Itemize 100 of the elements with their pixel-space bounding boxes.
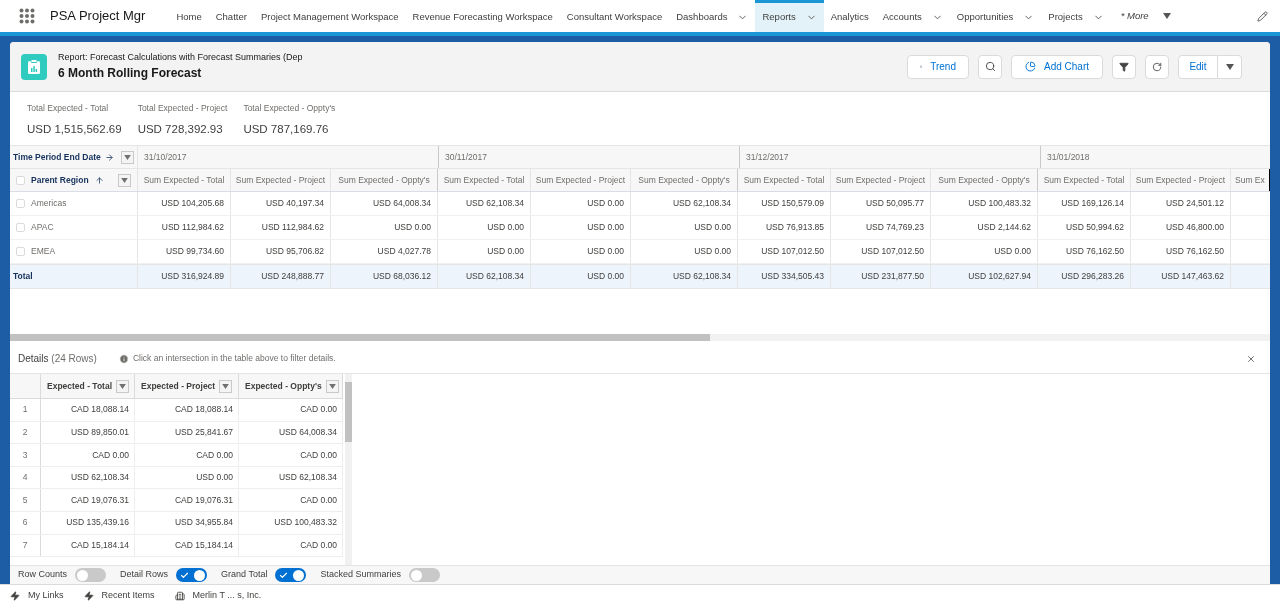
table-cell: CAD 0.00 (300, 448, 337, 462)
column-heading: Sum Expected - Oppty's (938, 173, 1030, 187)
nav-tab[interactable]: Accounts (875, 0, 950, 32)
check-icon (180, 570, 190, 580)
summary-label: Total Expected - Project (137, 102, 228, 115)
toggle-switch[interactable] (408, 568, 440, 582)
column-heading: Sum Expected - Total (743, 173, 825, 187)
total-cell: USD 334,505.43 (761, 270, 824, 283)
toggle-label: Row Counts (18, 568, 68, 582)
table-cell: CAD 15,184.14 (70, 539, 129, 552)
table-cell: USD 62,108.34 (465, 197, 524, 210)
row-checkbox[interactable] (16, 247, 25, 256)
column-group-heading: Time Period End Date (13, 150, 101, 164)
utility-item[interactable]: My Links (10, 588, 64, 603)
nav-tab[interactable]: Project Management Workspace (253, 0, 406, 32)
table-cell: CAD 19,076.31 (70, 493, 129, 507)
nav-tab[interactable]: Consultant Workspace (559, 0, 670, 32)
total-cell: USD 296,283.26 (1061, 270, 1124, 283)
utility-item[interactable]: Recent Items (83, 588, 155, 603)
row-number: 5 (22, 493, 28, 507)
toggle-switch[interactable] (75, 568, 107, 582)
table-cell: USD 25,841.67 (174, 426, 233, 439)
caret-down-icon (1162, 13, 1171, 19)
table-cell: USD 150,579.09 (761, 197, 824, 210)
caret-down-icon (1225, 63, 1234, 70)
table-cell: CAD 0.00 (300, 493, 337, 507)
nav-tab[interactable]: Opportunities (949, 0, 1042, 32)
table-cell: USD 0.00 (196, 471, 233, 484)
total-cell: USD 102,627.94 (968, 270, 1031, 283)
column-menu-button[interactable] (219, 379, 233, 393)
close-icon[interactable] (1246, 353, 1256, 364)
table-cell: USD 112,984.62 (261, 221, 324, 234)
table-cell: CAD 18,088.14 (70, 403, 129, 417)
period-heading: 31/10/2017 (144, 150, 187, 164)
lightning-icon (83, 590, 94, 601)
toggle-switch[interactable] (176, 568, 208, 582)
row-label: Americas (31, 197, 67, 210)
column-heading: Sum Expected - Project (535, 173, 626, 187)
table-cell: USD 95,706.82 (265, 245, 324, 258)
table-cell: USD 76,162.50 (1165, 245, 1224, 258)
table-cell: USD 0.00 (487, 221, 524, 234)
nav-tab[interactable]: Reports (755, 0, 824, 32)
select-all-checkbox[interactable] (16, 175, 25, 185)
arrow-up-icon (94, 175, 104, 185)
period-heading: 30/11/2017 (445, 150, 487, 164)
table-cell: USD 0.00 (994, 245, 1031, 258)
table-cell: USD 24,501.12 (1165, 197, 1224, 210)
table-cell: USD 74,769.23 (865, 221, 924, 234)
table-cell: USD 76,913.85 (765, 221, 824, 234)
nav-tab[interactable]: Analytics (823, 0, 876, 32)
table-cell: USD 112,984.62 (161, 221, 224, 234)
table-cell: USD 0.00 (587, 197, 624, 210)
search-button[interactable] (978, 54, 1002, 79)
column-heading: Expected - Oppty's (245, 379, 322, 393)
column-heading: Sum Expected - Total (143, 173, 225, 187)
building-icon (174, 590, 185, 601)
refresh-button[interactable] (1145, 54, 1169, 79)
column-menu-button[interactable] (118, 173, 131, 187)
row-checkbox[interactable] (16, 223, 25, 232)
horizontal-scrollbar[interactable] (10, 334, 1270, 341)
total-cell: USD 231,877.50 (861, 270, 924, 283)
total-cell: USD 0.00 (587, 270, 624, 283)
table-cell: USD 64,008.34 (278, 426, 337, 439)
column-menu-button[interactable] (325, 379, 339, 393)
details-title: Details (24 Rows) (18, 352, 97, 366)
column-heading: Sum Expected - Total (1043, 173, 1125, 187)
check-icon (279, 570, 289, 580)
table-cell: USD 46,800.00 (1165, 221, 1224, 234)
row-checkbox[interactable] (16, 199, 25, 208)
more-menu[interactable]: * More (1112, 8, 1179, 24)
nav-tab[interactable]: Dashboards (669, 0, 756, 32)
table-cell: USD 0.00 (487, 245, 524, 258)
report-title: 6 Month Rolling Forecast (58, 65, 203, 83)
vertical-scrollbar[interactable] (345, 374, 352, 565)
nav-tab[interactable]: Chatter (208, 0, 254, 32)
row-number: 4 (22, 471, 28, 484)
edit-icon[interactable] (1257, 10, 1268, 22)
row-group-heading[interactable]: Parent Region (31, 173, 89, 187)
column-menu-button[interactable] (121, 150, 134, 164)
table-cell: USD 2,144.62 (977, 221, 1031, 234)
nav-tab[interactable]: Revenue Forecasting Workspace (405, 0, 560, 32)
nav-tab[interactable]: Home (169, 0, 209, 32)
trend-button[interactable]: Trend (907, 54, 969, 79)
column-heading: Sum Expected - Oppty's (338, 173, 430, 187)
column-menu-button[interactable] (116, 379, 130, 393)
row-number: 7 (22, 539, 28, 552)
search-icon (984, 61, 996, 72)
report-type: Report: Forecast Calculations with Forecast Summaries (Dep (58, 50, 303, 64)
summary-value: USD 1,515,562.69 (27, 121, 122, 137)
edit-menu-button[interactable] (1218, 54, 1242, 79)
utility-item[interactable]: Merlin T ... s, Inc. (174, 588, 262, 603)
add-chart-button[interactable]: Add Chart (1011, 54, 1103, 79)
app-launcher-icon[interactable] (19, 8, 35, 24)
period-heading: 31/01/2018 (1047, 150, 1090, 164)
row-label: EMEA (31, 245, 56, 258)
nav-tab[interactable]: Projects (1041, 0, 1111, 32)
row-number: 2 (22, 426, 28, 439)
toggle-switch[interactable] (275, 568, 307, 582)
filter-button[interactable] (1112, 54, 1136, 79)
edit-button[interactable]: Edit (1178, 54, 1218, 79)
